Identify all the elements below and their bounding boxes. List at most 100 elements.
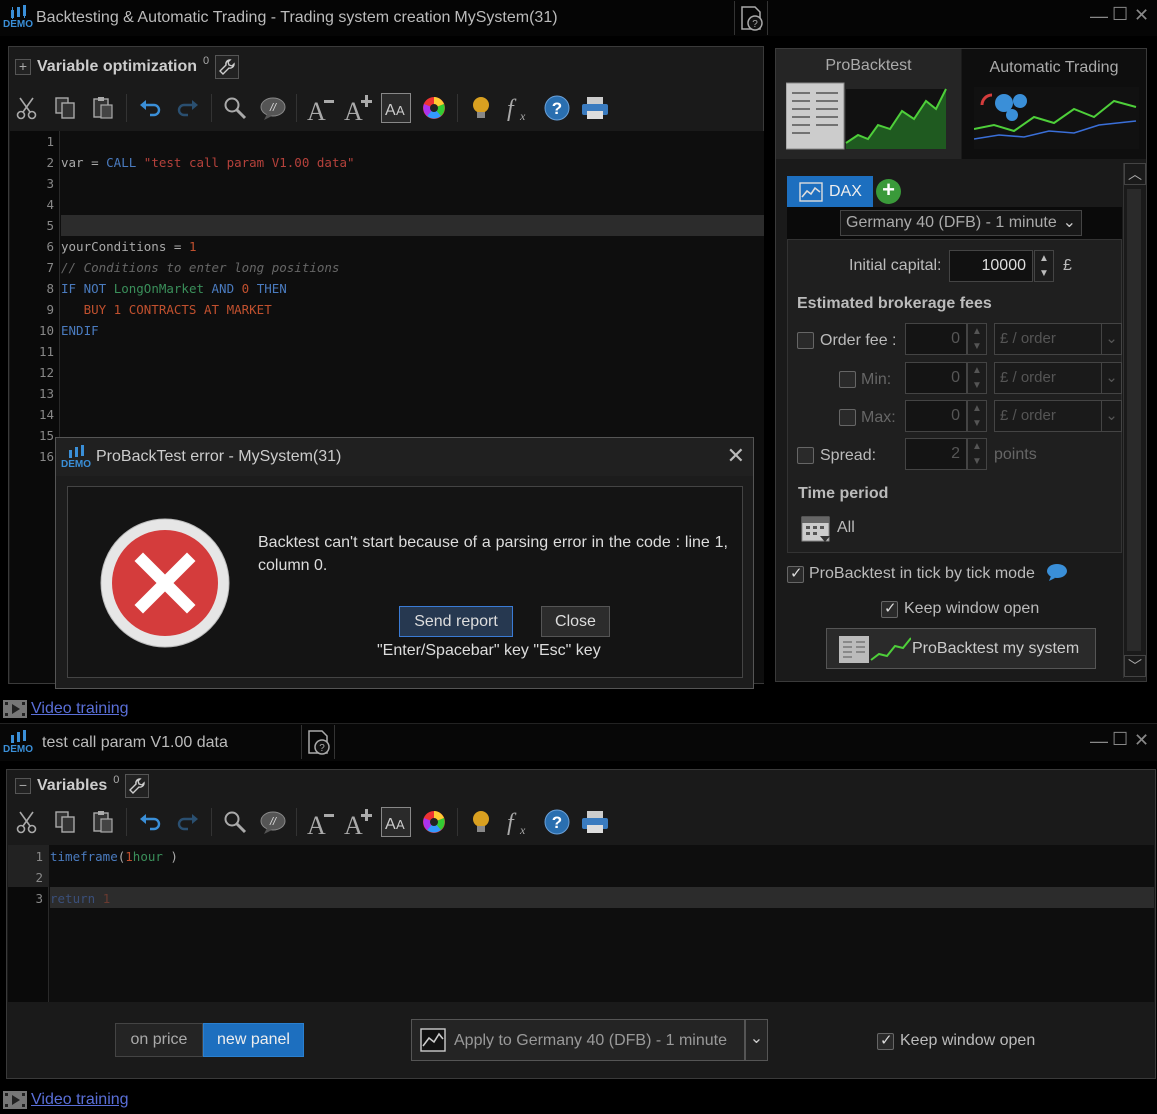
maximize-icon[interactable]: ☐: [1112, 4, 1128, 25]
line-number: 10: [38, 323, 54, 338]
close-window-icon[interactable]: ✕: [1134, 5, 1149, 26]
max-unit-select[interactable]: £ / order ⌄: [994, 400, 1122, 432]
expand-icon[interactable]: +: [15, 59, 31, 75]
code-line-10: ENDIF: [61, 323, 99, 338]
min-checkbox[interactable]: [839, 371, 856, 388]
toolbar-separator: [296, 808, 297, 836]
font-decrease-button[interactable]: A: [305, 807, 335, 837]
variable-count: 0: [203, 55, 210, 67]
minimize-icon[interactable]: —: [1090, 731, 1108, 752]
redo-button[interactable]: [173, 807, 203, 837]
font-increase-button[interactable]: A: [343, 807, 373, 837]
cut-button[interactable]: [12, 807, 42, 837]
copy-button[interactable]: [50, 807, 80, 837]
candles-icon: [11, 5, 26, 19]
instrument-tab-dax[interactable]: DAX: [787, 176, 873, 207]
idea-button[interactable]: [466, 807, 496, 837]
comment-button[interactable]: //: [258, 807, 288, 837]
order-fee-input[interactable]: 0: [905, 323, 967, 355]
max-input[interactable]: 0: [905, 400, 967, 432]
probacktest-run-button[interactable]: ProBacktest my system: [826, 628, 1096, 669]
line-chart-icon: [799, 181, 823, 202]
max-checkbox[interactable]: [839, 409, 856, 426]
help-button[interactable]: ?: [542, 93, 572, 123]
min-unit-select[interactable]: £ / order ⌄: [994, 362, 1122, 394]
paste-button[interactable]: [88, 807, 118, 837]
max-spinner[interactable]: ▲ ▼: [967, 400, 987, 432]
color-button[interactable]: [419, 807, 449, 837]
spread-spinner[interactable]: ▲ ▼: [967, 438, 987, 470]
apply-button[interactable]: Apply to Germany 40 (DFB) - 1 minute: [411, 1019, 745, 1061]
help-button[interactable]: ?: [542, 807, 572, 837]
undo-button[interactable]: [135, 93, 165, 123]
maximize-icon[interactable]: ☐: [1112, 729, 1128, 750]
order-fee-spinner[interactable]: ▲ ▼: [967, 323, 987, 355]
cut-button[interactable]: [12, 93, 42, 123]
add-instrument-button[interactable]: +: [876, 179, 901, 204]
demo-label: DEMO: [3, 19, 33, 30]
video-training-link-bottom[interactable]: Video training: [31, 1091, 129, 1109]
calendar-button[interactable]: [800, 512, 832, 544]
font-increase-button[interactable]: A: [343, 93, 373, 123]
chevron-down-icon: ⌄: [1101, 324, 1121, 354]
print-button[interactable]: [580, 93, 610, 123]
search-button[interactable]: [220, 93, 250, 123]
wrench-button[interactable]: [125, 774, 150, 798]
collapse-icon[interactable]: −: [15, 778, 31, 794]
parameters-area: [787, 239, 1122, 553]
scroll-up-icon[interactable]: ︿: [1124, 163, 1146, 185]
undo-button[interactable]: [135, 807, 165, 837]
font-decrease-button[interactable]: A: [305, 93, 335, 123]
dialog-close-icon[interactable]: ✕: [727, 443, 745, 469]
scroll-thumb[interactable]: [1127, 189, 1141, 651]
font-case-icon: AA: [385, 102, 405, 119]
close-button[interactable]: Close: [541, 606, 610, 637]
code-line-6: yourConditions = 1: [61, 239, 197, 254]
instrument-select[interactable]: Germany 40 (DFB) - 1 minute ⌄: [840, 210, 1082, 236]
tab-probacktest[interactable]: ProBacktest: [776, 49, 961, 159]
min-input[interactable]: 0: [905, 362, 967, 394]
font-style-button[interactable]: AA: [381, 93, 411, 123]
wrench-button[interactable]: [215, 55, 240, 79]
order-fee-checkbox[interactable]: [797, 332, 814, 349]
print-button[interactable]: [580, 807, 610, 837]
send-report-button[interactable]: Send report: [399, 606, 513, 637]
spread-checkbox[interactable]: [797, 447, 814, 464]
bottom-keep-open-checkbox[interactable]: [877, 1031, 894, 1050]
paste-button[interactable]: [88, 93, 118, 123]
function-button[interactable]: fx: [504, 807, 534, 837]
close-window-icon[interactable]: ✕: [1134, 730, 1149, 751]
copy-button[interactable]: [50, 93, 80, 123]
bottom-code-editor[interactable]: 1 2 3 timeframe(1hour ) return 1: [8, 845, 1154, 1002]
font-style-button[interactable]: AA: [381, 807, 411, 837]
on-price-toggle[interactable]: on price: [115, 1023, 203, 1057]
info-bubble-icon[interactable]: [1046, 563, 1068, 581]
idea-button[interactable]: [466, 93, 496, 123]
initial-capital-input[interactable]: 10000: [949, 250, 1033, 282]
function-button[interactable]: fx: [504, 93, 534, 123]
help-doc-button[interactable]: ?: [301, 725, 335, 759]
color-button[interactable]: [419, 93, 449, 123]
new-panel-toggle[interactable]: new panel: [203, 1023, 304, 1057]
initial-capital-spinner[interactable]: ▲ ▼: [1034, 250, 1054, 282]
search-button[interactable]: [220, 807, 250, 837]
order-fee-unit-select[interactable]: £ / order ⌄: [994, 323, 1122, 355]
toolbar-separator: [457, 94, 458, 122]
min-spinner[interactable]: ▲ ▼: [967, 362, 987, 394]
spread-input[interactable]: 2: [905, 438, 967, 470]
video-icon[interactable]: [2, 698, 28, 723]
video-training-link-top[interactable]: Video training: [31, 700, 129, 718]
scroll-down-icon[interactable]: ﹀: [1124, 655, 1146, 677]
search-icon: [224, 97, 247, 120]
minimize-icon[interactable]: —: [1090, 6, 1108, 27]
help-doc-button[interactable]: ?: [734, 1, 768, 35]
comment-button[interactable]: //: [258, 93, 288, 123]
keep-open-checkbox[interactable]: [881, 599, 898, 618]
apply-dropdown-button[interactable]: ⌄: [745, 1019, 768, 1061]
tab-automatic-trading[interactable]: Automatic Trading: [962, 49, 1146, 159]
redo-button[interactable]: [173, 93, 203, 123]
svg-text://: //: [269, 102, 277, 114]
video-icon[interactable]: [2, 1089, 28, 1114]
settings-scrollbar[interactable]: ︿ ﹀: [1123, 163, 1146, 678]
tick-mode-checkbox[interactable]: [787, 564, 804, 583]
